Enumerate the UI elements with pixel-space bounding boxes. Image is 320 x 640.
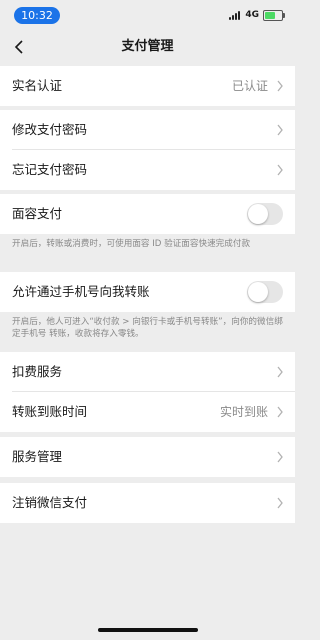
row-deduction-service[interactable]: 扣费服务 — [0, 352, 295, 392]
face-pay-toggle[interactable] — [247, 203, 283, 225]
face-pay-note: 开启后，转账或消费时，可使用面容 ID 验证面容快速完成付款 — [12, 239, 251, 249]
chevron-right-icon — [277, 406, 283, 418]
home-indicator[interactable] — [98, 628, 198, 632]
row-real-name[interactable]: 实名认证 已认证 — [0, 66, 295, 106]
phone-transfer-note: 开启后，他人可进入“收付款 > 向银行卡或手机号转账”，向你的微信绑定手机号 转… — [12, 317, 283, 339]
status-time: 10:32 — [14, 7, 60, 24]
real-name-status: 已认证 — [231, 79, 268, 93]
chevron-right-icon — [277, 366, 283, 378]
chevron-right-icon — [277, 80, 283, 92]
change-password-label: 修改支付密码 — [12, 122, 88, 137]
row-face-pay: 面容支付 — [0, 194, 295, 234]
phone-transfer-toggle[interactable] — [247, 281, 283, 303]
group-face-pay: 面容支付 — [0, 194, 295, 234]
group-services: 扣费服务 转账到账时间 实时到账 — [0, 352, 295, 432]
forgot-password-label: 忘记支付密码 — [12, 162, 88, 177]
phone-transfer-label: 允许通过手机号向我转账 — [12, 284, 150, 299]
row-service-management[interactable]: 服务管理 — [0, 437, 295, 477]
service-management-label: 服务管理 — [12, 449, 63, 464]
page-title: 支付管理 — [121, 39, 174, 54]
group-service-management: 服务管理 — [0, 437, 295, 477]
group-cancel-pay: 注销微信支付 — [0, 483, 295, 523]
deduction-service-label: 扣费服务 — [12, 364, 63, 379]
navigation-bar: 支付管理 — [0, 28, 295, 66]
transfer-time-value: 实时到账 — [219, 405, 268, 419]
row-transfer-time[interactable]: 转账到账时间 实时到账 — [0, 392, 295, 432]
row-phone-transfer: 允许通过手机号向我转账 — [0, 272, 295, 312]
group-phone-transfer: 允许通过手机号向我转账 — [0, 272, 295, 312]
chevron-right-icon — [277, 451, 283, 463]
group-real-name: 实名认证 已认证 — [0, 66, 295, 106]
row-cancel-wechat-pay[interactable]: 注销微信支付 — [0, 483, 295, 523]
row-change-password[interactable]: 修改支付密码 — [0, 110, 295, 150]
chevron-right-icon — [277, 124, 283, 136]
row-forgot-password[interactable]: 忘记支付密码 — [0, 150, 295, 190]
status-bar: 10:32 4G — [0, 0, 295, 28]
signal-icon — [229, 10, 241, 20]
status-indicators: 4G — [229, 9, 285, 21]
chevron-right-icon — [277, 164, 283, 176]
cancel-wechat-pay-label: 注销微信支付 — [12, 495, 88, 510]
battery-icon — [263, 9, 285, 21]
group-password: 修改支付密码 忘记支付密码 — [0, 110, 295, 190]
chevron-right-icon — [277, 497, 283, 509]
network-type: 4G — [245, 10, 259, 20]
transfer-time-label: 转账到账时间 — [12, 404, 88, 419]
face-pay-label: 面容支付 — [12, 206, 63, 221]
real-name-label: 实名认证 — [12, 78, 63, 93]
